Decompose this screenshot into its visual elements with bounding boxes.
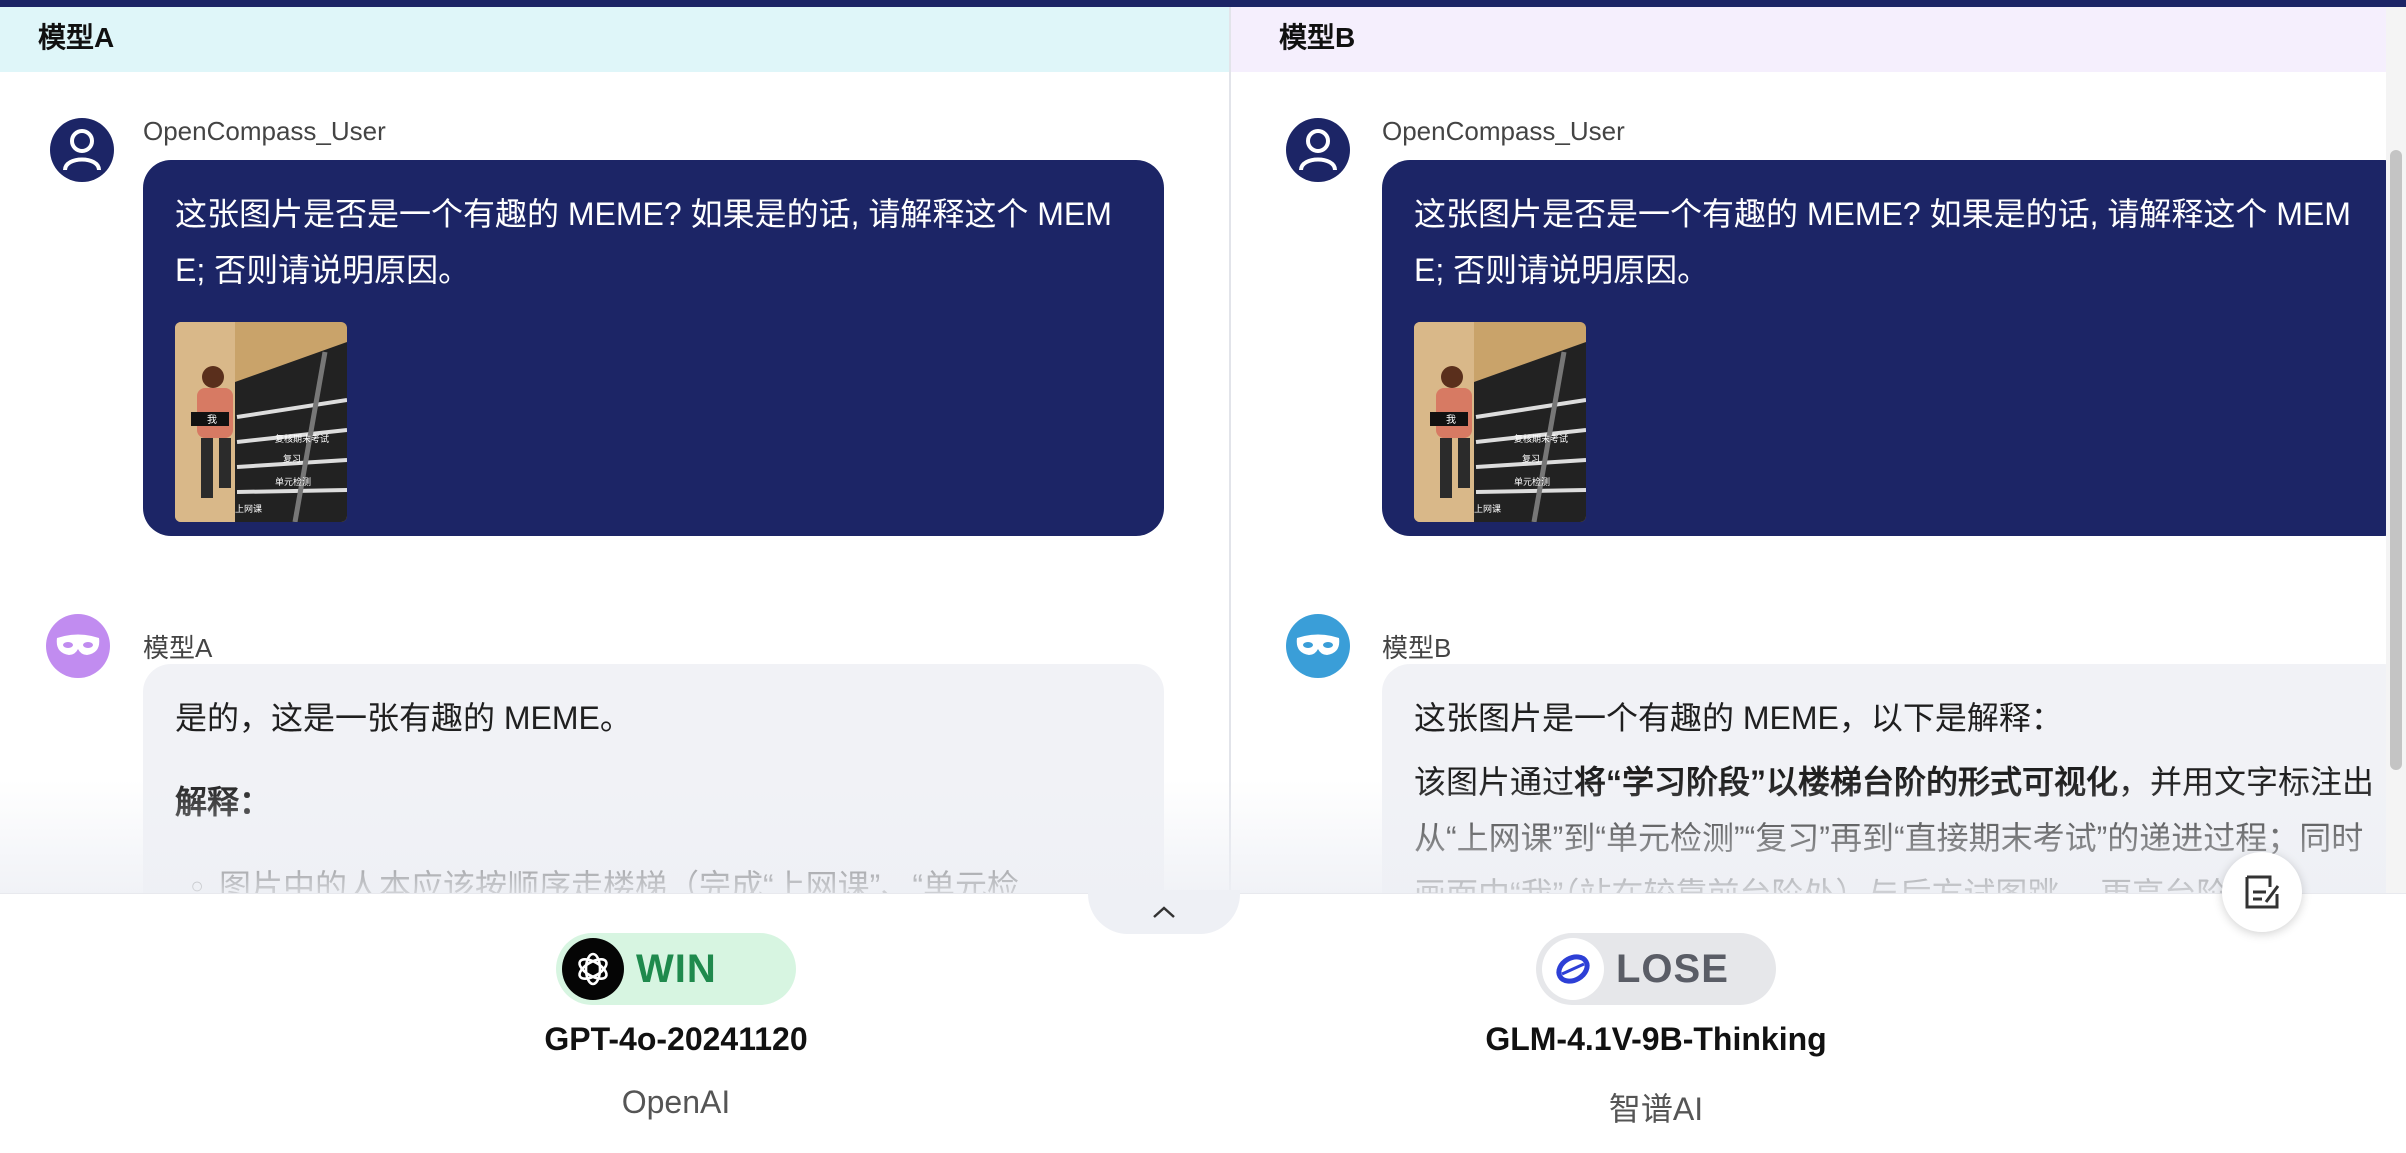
collapse-toggle[interactable] — [1088, 890, 1240, 934]
panel-model-a[interactable]: 模型A OpenCompass_User 这张图片是否是一个有趣的 MEME? … — [0, 7, 1229, 893]
openai-icon — [578, 952, 608, 986]
model-b-response-bubble: 这张图片是一个有趣的 MEME，以下是解释： 该图片通过将“学习阶段”以楼梯台阶… — [1382, 664, 2386, 893]
model-a-vendor: OpenAI — [621, 1084, 731, 1120]
paragraph-bold: 将“学习阶段”以楼梯台阶的形式可视化 — [1574, 764, 2119, 800]
win-label: WIN — [636, 946, 717, 991]
response-intro: 这张图片是一个有趣的 MEME，以下是解释： — [1414, 700, 2063, 736]
top-accent-bar — [0, 0, 2406, 7]
bullet-marker: ○ — [190, 873, 204, 893]
zhipu-icon — [1556, 954, 1590, 984]
panel-a-header: 模型A — [0, 7, 1229, 72]
model-a-title: GPT-4o-20241120 — [544, 1021, 808, 1057]
user-message-bubble: 这张图片是否是一个有趣的 MEME? 如果是的话, 请解释这个 MEME; 否则… — [143, 160, 1164, 536]
model-b-title: GLM-4.1V-9B-Thinking — [1485, 1021, 1827, 1057]
mask-icon — [1296, 634, 1340, 655]
openai-logo — [562, 938, 624, 1000]
zhipu-logo — [1542, 938, 1604, 1000]
user-message-bubble: 这张图片是否是一个有趣的 MEME? 如果是的话, 请解释这个 MEME; 否则… — [1382, 160, 2386, 536]
chevron-up-icon — [1153, 906, 1175, 918]
user-avatar — [1286, 118, 1350, 182]
response-heading: 解释： — [175, 784, 272, 820]
lose-badge: LOSE — [1536, 933, 1776, 1005]
model-a-avatar — [46, 614, 110, 678]
meme-thumbnail[interactable]: 我 复核期末考试 复习 单元检测 上网课 — [175, 322, 347, 522]
meme-label: 我 — [207, 414, 217, 426]
user-message-text: 这张图片是否是一个有趣的 MEME? 如果是的话, 请解释这个 MEME; 否则… — [1414, 196, 2351, 288]
result-model-a: WIN GPT-4o-20241120 OpenAI — [436, 933, 916, 1121]
meme-label: 复习 — [1522, 453, 1540, 464]
result-model-b: LOSE GLM-4.1V-9B-Thinking 智谱AI — [1416, 933, 1896, 1130]
bullet-text: 图片中的人本应该按顺序走楼梯（完成“上网课”、“单元检 — [219, 868, 1019, 893]
user-message-text: 这张图片是否是一个有趣的 MEME? 如果是的话, 请解释这个 MEME; 否则… — [175, 196, 1112, 288]
feedback-button[interactable] — [2222, 852, 2302, 932]
meme-label: 复习 — [283, 453, 301, 464]
response-bullet: ○ 图片中的人本应该按顺序走楼梯（完成“上网课”、“单元检 — [175, 858, 1132, 893]
model-a-name: 模型A — [143, 633, 213, 663]
meme-label: 我 — [1446, 414, 1456, 426]
meme-label: 单元检测 — [1514, 476, 1550, 487]
panel-b-header: 模型B — [1231, 7, 2386, 72]
user-icon — [63, 129, 101, 171]
meme-thumbnail[interactable]: 我 复核期末考试 复习 单元检测 上网课 — [1414, 322, 1586, 522]
user-avatar — [50, 118, 114, 182]
user-name: OpenCompass_User — [1382, 116, 1625, 146]
mask-icon — [56, 634, 100, 655]
model-b-avatar — [1286, 614, 1350, 678]
meme-label: 复核期末考试 — [275, 433, 329, 444]
paragraph-lead: 该图片通过 — [1414, 764, 1575, 800]
model-a-response-bubble: 是的，这是一张有趣的 MEME。 解释： ○ 图片中的人本应该按顺序走楼梯（完成… — [143, 664, 1164, 893]
arena-page: 模型A OpenCompass_User 这张图片是否是一个有趣的 MEME? … — [0, 0, 2406, 1153]
panel-model-b[interactable]: 模型B OpenCompass_User 这张图片是否是一个有趣的 MEME? … — [1231, 7, 2386, 893]
meme-label: 单元检测 — [275, 476, 311, 487]
win-badge: WIN — [556, 933, 796, 1005]
response-intro: 是的，这是一张有趣的 MEME。 — [175, 700, 632, 736]
model-b-vendor: 智谱AI — [1608, 1091, 1704, 1127]
meme-label: 复核期末考试 — [1514, 433, 1568, 444]
meme-label: 上网课 — [235, 504, 262, 514]
user-name: OpenCompass_User — [143, 116, 386, 146]
lose-label: LOSE — [1616, 946, 1729, 991]
scrollbar-thumb[interactable] — [2390, 150, 2402, 770]
user-icon — [1299, 129, 1337, 171]
model-b-name: 模型B — [1382, 633, 1452, 663]
meme-label: 上网课 — [1474, 504, 1501, 514]
edit-note-icon — [2245, 875, 2280, 909]
